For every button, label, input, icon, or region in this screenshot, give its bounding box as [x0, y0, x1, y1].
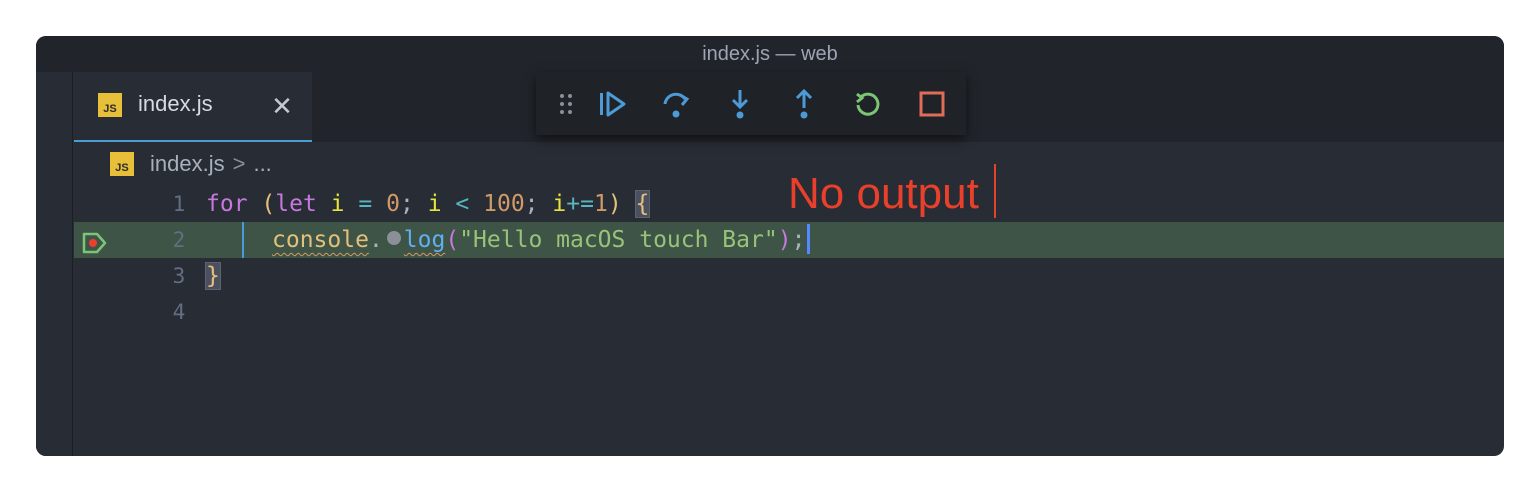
code-editor[interactable]: 1 for (let i = 0; i < 100; i+=1) { 2 con… [74, 186, 1504, 456]
breadcrumb: JS index.js > ... [110, 144, 272, 184]
line-number: 3 [172, 264, 186, 288]
close-icon[interactable]: ✕ [268, 93, 296, 121]
line-number: 2 [172, 228, 186, 252]
editor-window: index.js — web JS index.js ✕ JS index.js… [36, 36, 1504, 456]
activity-rail [36, 72, 73, 456]
breadcrumb-file[interactable]: index.js [150, 151, 225, 177]
step-into-icon[interactable] [724, 88, 756, 120]
breakpoint-stopped-icon[interactable] [82, 229, 108, 254]
code-text: for (let i = 0; i < 100; i+=1) { [206, 186, 651, 223]
restart-icon[interactable] [852, 88, 884, 120]
line-number: 4 [172, 300, 186, 324]
js-file-icon: JS [110, 152, 134, 176]
js-file-icon: JS [98, 93, 122, 117]
code-line[interactable]: 1 for (let i = 0; i < 100; i+=1) { [74, 186, 1504, 223]
step-over-icon[interactable] [660, 88, 692, 120]
breadcrumb-more[interactable]: ... [253, 151, 271, 177]
text-cursor [807, 224, 811, 254]
window-title: index.js — web [36, 36, 1504, 72]
gripper-icon[interactable] [550, 88, 582, 120]
code-line[interactable]: 3 } [74, 258, 1504, 294]
code-line-current[interactable]: 2 console. log("Hello macOS touch Bar"); [74, 222, 1504, 258]
inline-breakpoint-icon[interactable] [386, 231, 401, 245]
code-text: } [205, 262, 221, 290]
chevron-right-icon: > [232, 151, 246, 176]
indent-guide [242, 222, 244, 258]
code-line[interactable]: 4 [74, 294, 1504, 330]
line-number: 1 [172, 192, 186, 216]
tab-label: index.js [138, 91, 213, 116]
code-text: console. log("Hello macOS touch Bar"); [272, 222, 811, 258]
step-out-icon[interactable] [788, 88, 820, 120]
continue-icon[interactable] [596, 88, 628, 120]
stop-icon[interactable] [916, 88, 948, 120]
debug-toolbar [536, 72, 966, 135]
tab-index-js[interactable]: JS index.js ✕ [74, 72, 312, 142]
